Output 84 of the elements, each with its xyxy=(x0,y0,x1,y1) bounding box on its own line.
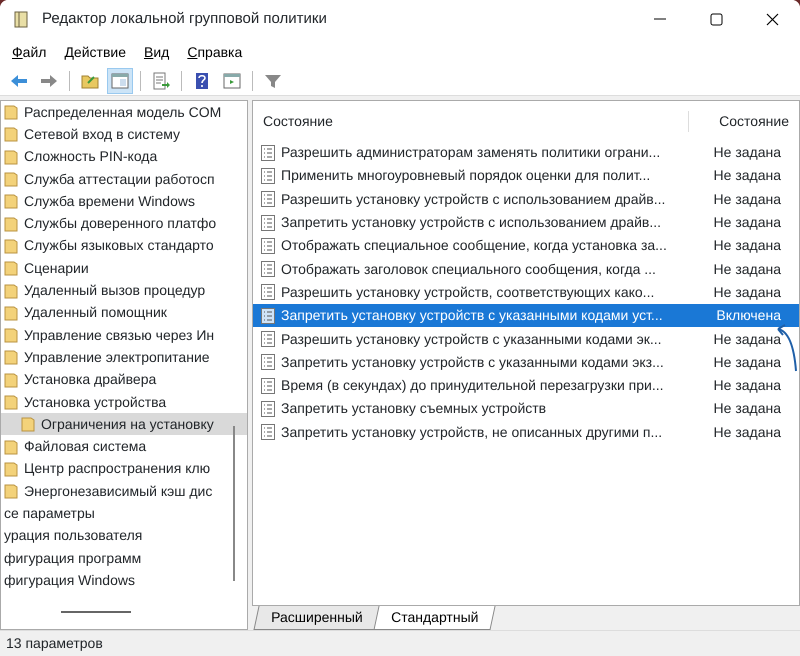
tree-item[interactable]: урация пользователя xyxy=(1,524,247,547)
policy-row[interactable]: Разрешить администраторам заменять политики ограни... Не задана xyxy=(253,141,799,164)
scrollbar-thumb[interactable] xyxy=(61,611,131,613)
tree-item[interactable]: Службы доверенного платфо xyxy=(1,212,247,235)
policy-icon xyxy=(261,284,275,300)
tree-item[interactable]: Сложность PIN-кода xyxy=(1,146,247,168)
policy-row[interactable]: Разрешить установку устройств с использованием драйв... Не задана xyxy=(253,188,799,211)
tree-item[interactable]: Распределенная модель COM xyxy=(1,101,247,124)
policy-row[interactable]: Время (в секундах) до принудительной перезагрузки при... Не задана xyxy=(253,374,799,398)
policy-row[interactable]: Запретить установку устройств с указанными кодами уст... Включена xyxy=(253,304,799,328)
menu-item[interactable]: Справка xyxy=(187,42,242,62)
scrollbar-thumb[interactable] xyxy=(233,426,235,581)
folder-icon xyxy=(4,304,18,321)
panel-icon xyxy=(110,70,130,90)
policy-icon xyxy=(261,191,275,208)
folder-icon xyxy=(4,260,18,276)
tree-item[interactable]: Сетевой вход в систему xyxy=(1,123,247,146)
tree-item[interactable]: Служба аттестации работосп xyxy=(1,168,247,190)
folder-icon xyxy=(4,483,18,500)
folder-icon xyxy=(4,171,18,188)
policy-row[interactable]: Разрешить установку устройств с указанными кодами эк... Не задана xyxy=(253,327,799,351)
tree-item[interactable]: Энергонезависимый кэш дис xyxy=(1,480,247,502)
folder-icon xyxy=(4,216,18,232)
tree-item[interactable]: Установка устройства xyxy=(1,390,247,414)
policy-icon xyxy=(261,400,275,417)
menu-item[interactable]: Файл xyxy=(12,42,46,62)
policy-row[interactable]: Отображать заголовок специального сообщения, когда ... Не задана xyxy=(253,257,799,281)
menu-item[interactable]: Действие xyxy=(64,42,126,62)
folder-icon xyxy=(4,282,18,299)
folder-icon xyxy=(4,238,18,254)
policy-icon xyxy=(261,354,275,370)
policy-row[interactable]: Разрешить установку устройств, соответствующих како... Не задана xyxy=(253,280,799,304)
policy-row[interactable]: Запретить установку устройств, не описанных другими п... Не задана xyxy=(253,420,799,444)
view-tab[interactable]: Стандартный xyxy=(373,606,496,630)
folder-icon xyxy=(4,372,18,388)
status-text: 13 параметров xyxy=(6,634,103,653)
tree-item[interactable]: Удаленный вызов процедур xyxy=(1,279,247,302)
policy-row[interactable]: Применить многоуровневый порядок оценки для полит... Не задана xyxy=(253,164,799,188)
column-header[interactable]: Состояние xyxy=(253,110,689,132)
tree-item[interactable]: Файловая система xyxy=(1,435,247,458)
tree-item[interactable]: Установка драйвера xyxy=(1,368,247,391)
policy-icon xyxy=(261,308,275,324)
folder-icon xyxy=(4,126,18,142)
close-icon xyxy=(766,12,778,26)
folder-icon xyxy=(4,349,18,366)
tree-item[interactable]: фигурация Windows xyxy=(1,569,247,592)
panel-icon xyxy=(222,70,242,90)
policy-icon xyxy=(261,378,275,394)
tree-item[interactable]: Службы языковых стандарто xyxy=(1,234,247,258)
policy-row[interactable]: Отображать специальное сообщение, когда установка за... Не задана xyxy=(253,234,799,258)
folder-icon xyxy=(4,148,18,165)
tree-item[interactable]: Сценарии xyxy=(1,257,247,280)
policy-icon xyxy=(261,144,275,161)
menu-item[interactable]: Вид xyxy=(144,42,170,62)
tree-item[interactable]: фигурация программ xyxy=(1,546,247,570)
folder-icon xyxy=(4,327,18,344)
policy-icon xyxy=(261,331,275,348)
folder-icon xyxy=(4,104,18,120)
folder-icon xyxy=(4,193,18,210)
tree-item[interactable]: Ограничения на установку xyxy=(1,413,247,436)
tree-item[interactable]: Центр распространения клю xyxy=(1,458,247,480)
folder-icon xyxy=(4,394,18,410)
policy-row[interactable]: Запретить установку устройств с использованием драйв... Не задана xyxy=(253,210,799,234)
tree-item[interactable]: ce параметры xyxy=(1,502,247,525)
tree-item[interactable]: Служба времени Windows xyxy=(1,190,247,212)
window-title: Редактор локальной групповой политики xyxy=(42,8,328,29)
folder-icon xyxy=(21,416,35,432)
policy-row[interactable]: Запретить установку съемных устройств Не задана xyxy=(253,397,799,421)
column-header[interactable]: Состояние xyxy=(689,110,799,132)
export-list-icon xyxy=(151,70,171,90)
toolbar-button[interactable] xyxy=(107,68,133,94)
policy-icon xyxy=(261,238,275,254)
folder-icon xyxy=(4,438,18,455)
policy-icon xyxy=(261,261,275,278)
folder-icon xyxy=(4,460,18,477)
tree-item[interactable]: Удаленный помощник xyxy=(1,302,247,324)
view-tab[interactable]: Расширенный xyxy=(253,606,380,630)
policy-icon xyxy=(261,424,275,440)
policy-row[interactable]: Запретить установку устройств с указанными кодами экз... Не задана xyxy=(253,350,799,374)
policy-icon xyxy=(261,168,275,184)
tree-item[interactable]: Управление электропитание xyxy=(1,346,247,369)
policy-icon xyxy=(261,214,275,231)
tree-item[interactable]: Управление связью через Ин xyxy=(1,324,247,346)
maximize-icon xyxy=(710,12,722,26)
